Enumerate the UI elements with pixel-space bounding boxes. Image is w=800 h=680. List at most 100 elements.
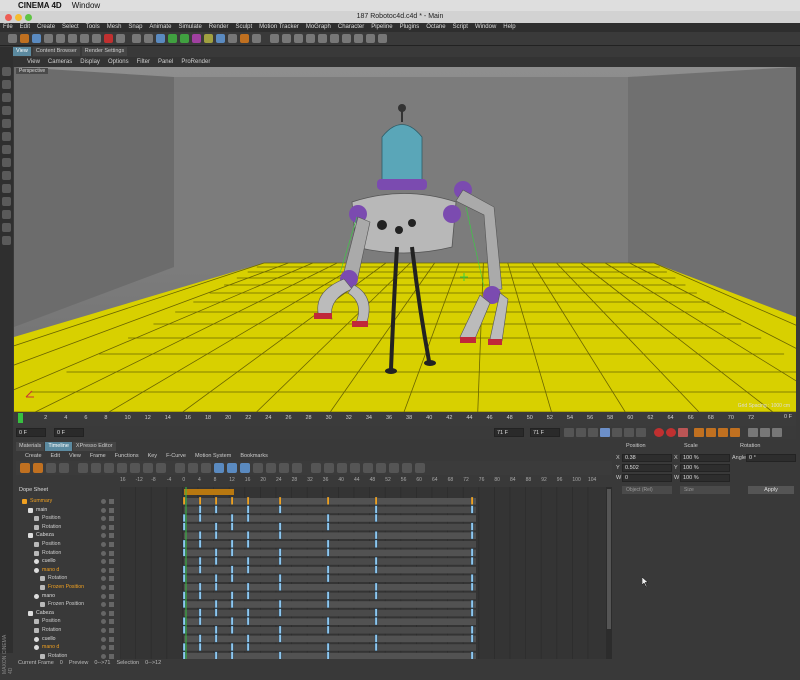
keyframe[interactable] [470,505,474,514]
viewport-menu-cameras[interactable]: Cameras [48,57,72,67]
tree-row[interactable]: Position [16,617,118,626]
timeline-tool-13-icon[interactable] [188,463,198,473]
viewport-menu-filter[interactable]: Filter [137,57,150,67]
timeline-tool-17-icon[interactable] [240,463,250,473]
enable-axis-icon[interactable] [2,145,11,154]
keyframe[interactable] [198,505,202,514]
camera-icon[interactable] [228,34,237,43]
cube-icon[interactable] [156,34,165,43]
checker-icon[interactable] [2,93,11,102]
keyframe[interactable] [246,557,250,565]
keyframe[interactable] [198,634,202,643]
timeline-tool-2-icon[interactable] [33,463,43,473]
keyframe[interactable] [182,643,186,651]
timeline-tool-26-icon[interactable] [363,463,373,473]
prev-key-button[interactable] [576,428,586,437]
keyframe[interactable] [182,514,186,522]
keyframe[interactable] [470,625,474,634]
array-icon[interactable] [192,34,201,43]
window-menu[interactable]: Window [72,1,100,10]
track-visibility-icon[interactable] [101,584,106,590]
timeline-menu-key[interactable]: Key [148,451,157,461]
key-rotation-button[interactable] [718,428,728,437]
tree-row[interactable]: Position [16,540,118,549]
keyframe[interactable] [246,582,250,591]
keyframe[interactable] [246,617,250,626]
keyframe[interactable] [470,548,474,557]
keyframe[interactable] [246,514,250,522]
keyframe[interactable] [198,617,202,626]
keyframe[interactable] [374,634,378,643]
keyframe[interactable] [214,505,218,514]
tree-row[interactable]: Frozen Position [16,600,118,609]
keyframe[interactable] [214,531,218,540]
keyframe[interactable] [326,548,330,557]
deformer-icon[interactable] [204,34,213,43]
menu-render[interactable]: Render [209,23,229,32]
keyframe[interactable] [374,591,378,600]
axis-icon[interactable] [318,34,327,43]
keyframe[interactable] [230,643,234,651]
keyframe[interactable] [246,565,250,574]
playhead-marker[interactable] [18,413,23,423]
timeline-tool-6-icon[interactable] [91,463,101,473]
keyframe[interactable] [214,548,218,557]
keyframe[interactable] [278,582,282,591]
pos-w-field[interactable]: 0 [622,474,672,482]
keyframe[interactable] [198,565,202,574]
keyframe[interactable] [182,496,186,505]
keyframe[interactable] [326,539,330,548]
tab-content-browser[interactable]: Content Browser [32,47,80,56]
keyframe[interactable] [326,522,330,531]
goto-end-button[interactable] [636,428,646,437]
points-icon[interactable] [354,34,363,43]
keyframe[interactable] [214,522,218,531]
menu-help[interactable]: Help [503,23,515,32]
menu-simulate[interactable]: Simulate [178,23,201,32]
keyframe[interactable] [246,531,250,540]
apply-button[interactable]: Apply [748,486,794,494]
keyframe[interactable] [374,505,378,514]
timeline-menu-view[interactable]: View [69,451,81,461]
timeline-tool-23-icon[interactable] [324,463,334,473]
render-view-icon[interactable] [116,34,125,43]
keyframe[interactable] [214,608,218,617]
timeline-tool-12-icon[interactable] [175,463,185,473]
keyframe[interactable] [214,557,218,565]
keyframe[interactable] [198,608,202,617]
live-select-icon[interactable] [20,34,29,43]
track-lock-icon[interactable] [109,507,114,513]
keyframe[interactable] [198,557,202,565]
keyframe[interactable] [198,591,202,600]
keyframe[interactable] [470,600,474,608]
keyframe[interactable] [278,600,282,608]
track-lock-icon[interactable] [109,516,114,522]
tree-row[interactable]: Frozen Position [16,583,118,592]
snap-toggle-icon[interactable] [2,158,11,167]
x-axis-icon[interactable] [68,34,77,43]
viewport-menu-prorender[interactable]: ProRender [181,57,210,67]
track-lock-icon[interactable] [109,533,114,539]
menu-mograph[interactable]: MoGraph [306,23,331,32]
tree-row[interactable]: Rotation [16,574,118,583]
track-lock-icon[interactable] [109,584,114,590]
timeline-tool-27-icon[interactable] [376,463,386,473]
menu-octane[interactable]: Octane [426,23,445,32]
end-frame-field[interactable]: 71 F [494,428,524,437]
tree-row[interactable]: cuello [16,635,118,644]
track-visibility-icon[interactable] [101,602,106,608]
keyframe[interactable] [470,582,474,591]
keyframe[interactable] [470,634,474,643]
keyframe[interactable] [278,496,282,505]
keyframe[interactable] [374,531,378,540]
track-lock-icon[interactable] [109,559,114,565]
texture-mode-icon[interactable] [2,80,11,89]
keyframe[interactable] [326,514,330,522]
key-param-button[interactable] [730,428,740,437]
track-lock-icon[interactable] [109,499,114,504]
app-menu[interactable]: CINEMA 4D [18,1,62,10]
minimize-window-button[interactable] [15,14,22,21]
locked-workplane-icon[interactable] [2,197,11,206]
keyframe[interactable] [278,651,282,659]
keyframe[interactable] [278,531,282,540]
